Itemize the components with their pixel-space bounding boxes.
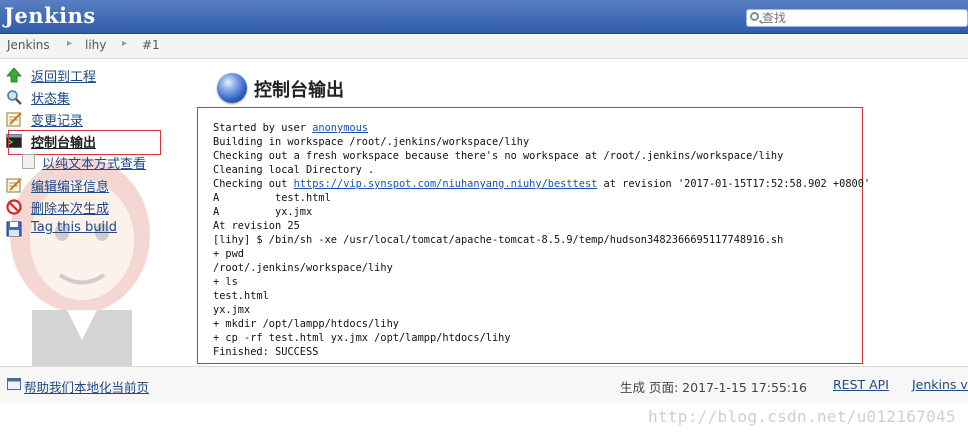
jenkins-butler-watermark-icon	[10, 157, 150, 370]
jenkins-logo[interactable]: Jenkins	[4, 3, 96, 28]
breadcrumb-separator-icon: ▸	[67, 38, 73, 49]
breadcrumb-jenkins[interactable]: Jenkins	[7, 38, 50, 52]
sidebar-item-label[interactable]: 返回到工程	[31, 66, 96, 85]
search-icon	[750, 12, 759, 21]
sidebar-item-label[interactable]: 编辑编译信息	[31, 176, 109, 195]
sidebar-item-label[interactable]: Tag this build	[31, 220, 117, 235]
breadcrumb-build-number[interactable]: #1	[142, 38, 160, 52]
document-icon	[22, 154, 35, 169]
console-line: Checking out	[213, 178, 294, 190]
page-generated-text: 生成 页面: 2017-1-15 17:55:16	[620, 380, 807, 395]
active-item-highlight	[8, 130, 161, 155]
console-line: Building in workspace /root/.jenkins/wor…	[213, 136, 530, 148]
breadcrumb-separator-icon: ▸	[122, 38, 128, 49]
search-box[interactable]	[746, 9, 968, 27]
sidebar-item-label[interactable]: 删除本次生成	[31, 198, 109, 217]
sidebar-item-label[interactable]: 变更记录	[31, 110, 83, 129]
footer: 帮助我们本地化当前页 生成 页面: 2017-1-15 17:55:16 RES…	[0, 366, 968, 403]
breadcrumb-lihy[interactable]: lihy	[85, 38, 106, 52]
top-header: Jenkins	[0, 0, 968, 34]
blog-watermark: http://blog.csdn.net/u012167045	[648, 407, 956, 426]
console-rest: A test.html A yx.jmx At revision 25 [lih…	[213, 192, 784, 358]
jenkins-version-link[interactable]: Jenkins ver. 2.39	[912, 377, 968, 392]
magnifier-icon	[7, 90, 22, 105]
localization-icon	[7, 378, 21, 390]
breadcrumb: Jenkins ▸ lihy ▸ #1	[0, 34, 968, 59]
sidebar-item-label[interactable]: 状态集	[31, 88, 70, 107]
notepad-icon	[6, 178, 22, 193]
page-title: 控制台输出	[254, 80, 344, 101]
console-line: at revision '2017-01-15T17:52:58.902 +08…	[597, 178, 871, 190]
console-user-link[interactable]: anonymous	[312, 122, 368, 134]
help-localize-link[interactable]: 帮助我们本地化当前页	[24, 377, 149, 396]
sidebar-item-label[interactable]: 以纯文本方式查看	[42, 153, 146, 172]
console-repo-link[interactable]: https://vip.synspot.com/niuhanyang.niuhy…	[294, 178, 598, 190]
save-icon	[6, 221, 22, 237]
notepad-icon	[6, 112, 22, 127]
rest-api-link[interactable]: REST API	[833, 377, 889, 392]
search-input[interactable]	[762, 10, 962, 26]
console-line: Cleaning local Directory .	[213, 164, 375, 176]
console-line: Started by user	[213, 122, 313, 134]
up-arrow-icon	[6, 67, 22, 83]
no-entry-icon	[6, 199, 22, 215]
console-output: Started by user anonymous Building in wo…	[213, 121, 870, 359]
console-orb-icon	[217, 73, 247, 103]
console-line: Checking out a fresh workspace because t…	[213, 150, 784, 162]
